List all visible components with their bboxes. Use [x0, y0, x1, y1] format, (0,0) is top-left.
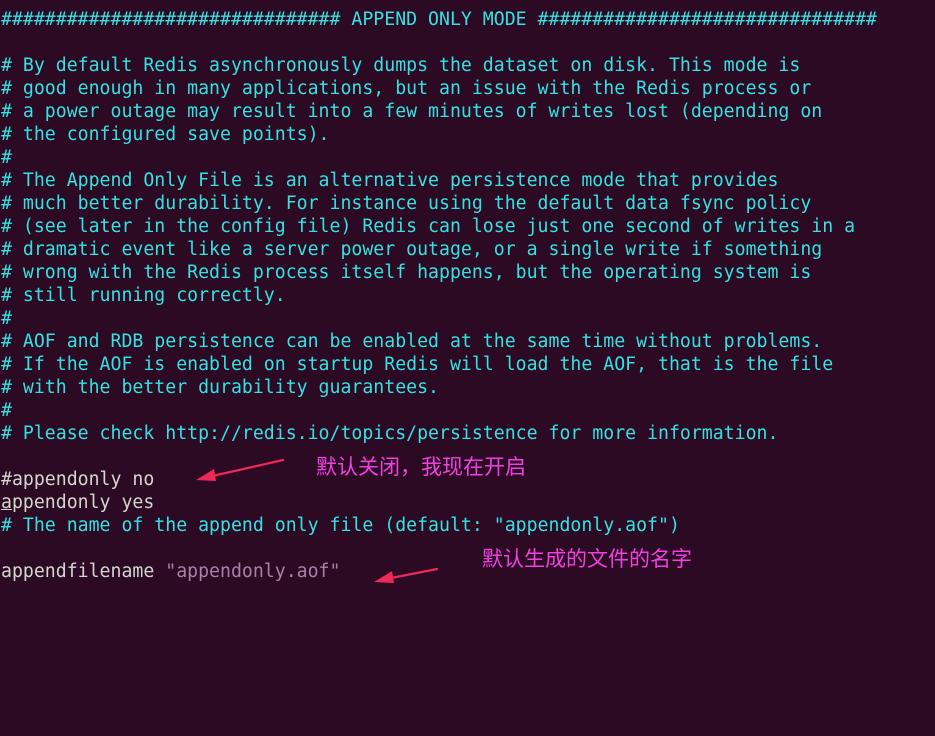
comment-line: # Please check http://redis.io/topics/pe…: [1, 423, 779, 444]
comment-line: # much better durability. For instance u…: [1, 193, 812, 214]
comment-line: # The name of the append only file (defa…: [1, 515, 680, 536]
config-line-appendonly-commented: #appendonly no: [1, 469, 155, 490]
config-line-appendonly[interactable]: appendonly yes: [1, 491, 154, 514]
text-cursor: a: [1, 492, 12, 513]
comment-line: # the configured save points).: [1, 124, 330, 145]
config-string-value: "appendonly.aof": [165, 561, 341, 582]
annotation-appendonly: 默认关闭，我现在开启: [316, 455, 526, 479]
terminal-window[interactable]: ############################### APPEND O…: [0, 0, 935, 602]
arrow-icon: [374, 567, 439, 583]
comment-line: # (see later in the config file) Redis c…: [1, 216, 856, 237]
comment-line: # By default Redis asynchronously dumps …: [1, 55, 801, 76]
comment-line: # The Append Only File is an alternative…: [1, 170, 779, 191]
comment-line: # a power outage may result into a few m…: [1, 101, 823, 122]
comment-line: # wrong with the Redis process itself ha…: [1, 262, 812, 283]
comment-line: # AOF and RDB persistence can be enabled…: [1, 331, 823, 352]
comment-line: # still running correctly.: [1, 285, 286, 306]
config-key: appendfilename: [1, 561, 166, 582]
comment-line: # good enough in many applications, but …: [1, 78, 812, 99]
comment-line: # with the better durability guarantees.: [1, 377, 439, 398]
annotation-filename: 默认生成的文件的名字: [482, 547, 692, 571]
comment-line: #: [1, 400, 12, 421]
config-line-appendfilename: appendfilename "appendonly.aof": [1, 560, 340, 583]
comment-line: # If the AOF is enabled on startup Redis…: [1, 354, 834, 375]
arrow-icon: [196, 458, 285, 481]
section-header-line: ############################### APPEND O…: [1, 9, 877, 30]
comment-line: #: [1, 147, 12, 168]
comment-line: # dramatic event like a server power out…: [1, 239, 823, 260]
config-line-appendonly-text: ppendonly yes: [11, 492, 155, 513]
comment-line: #: [1, 308, 12, 329]
